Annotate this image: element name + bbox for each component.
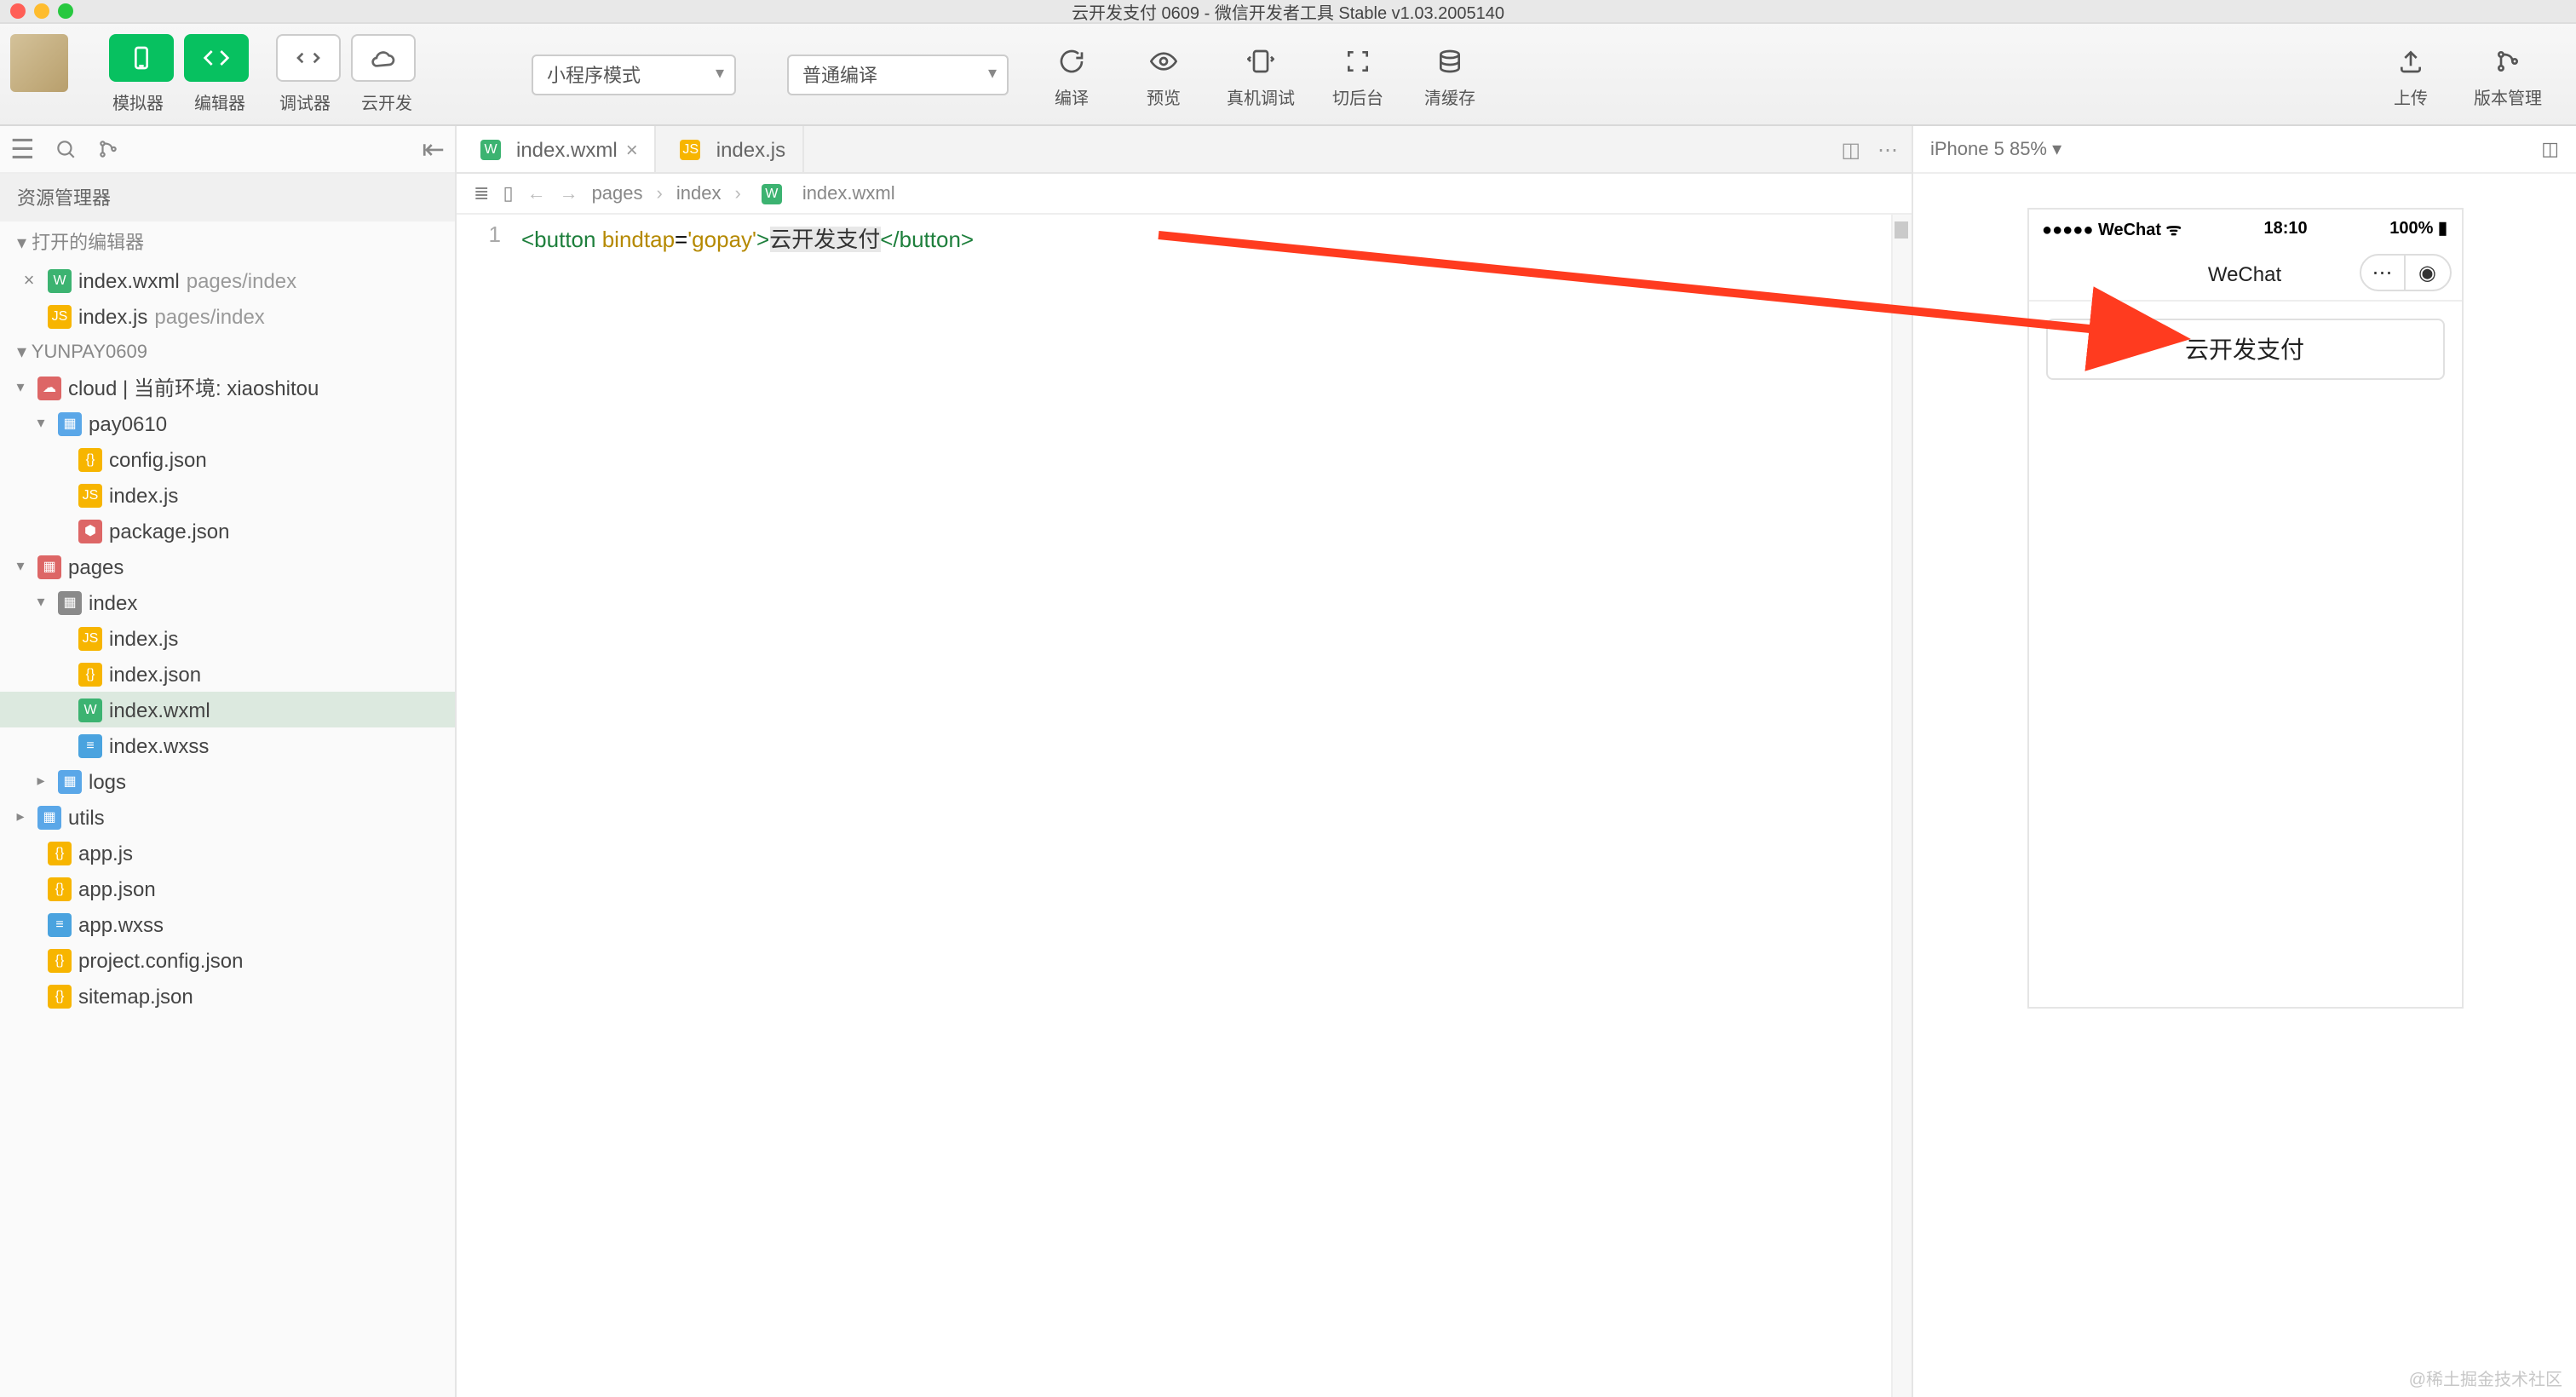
background-button[interactable]: 切后台 — [1329, 39, 1387, 109]
search-icon[interactable] — [55, 138, 78, 160]
bookmark-icon[interactable]: ▯ — [503, 182, 513, 204]
open-editors-header[interactable]: ▾ 打开的编辑器 — [0, 221, 455, 262]
code-editor[interactable]: 1 <button bindtap='gopay'>云开发支付</button> — [457, 215, 1912, 1397]
capsule-close-icon[interactable]: ◉ — [2406, 256, 2449, 290]
close-icon[interactable]: × — [626, 137, 638, 161]
debugger-icon — [276, 34, 341, 82]
tree-item[interactable]: JSindex.js — [0, 477, 455, 513]
tree-item[interactable]: ≡app.wxss — [0, 906, 455, 942]
simulator-icon — [109, 34, 174, 82]
nav-bar: WeChat ⋯ ◉ — [2028, 247, 2461, 302]
window-close-icon[interactable] — [10, 3, 26, 19]
remotedebug-button[interactable]: 真机调试 — [1227, 39, 1295, 109]
list-icon[interactable]: ≣ — [474, 182, 489, 204]
collapse-icon[interactable]: ⇤ — [422, 132, 445, 166]
minimap[interactable] — [1891, 215, 1912, 1397]
window-title: 云开发支付 0609 - 微信开发者工具 Stable v1.03.200514… — [1072, 0, 1504, 24]
open-editor-item[interactable]: × Windex.wxmlpages/index — [0, 262, 455, 298]
device-select[interactable]: iPhone 5 85% ▾ — [1930, 138, 2061, 160]
more-icon[interactable]: ⋯ — [1877, 137, 1898, 161]
tree-item[interactable]: {}sitemap.json — [0, 978, 455, 1014]
tree-item[interactable]: ⬢package.json — [0, 513, 455, 549]
window-zoom-icon[interactable] — [58, 3, 73, 19]
tree-item[interactable]: {}index.json — [0, 656, 455, 692]
pay-button[interactable]: 云开发支付 — [2045, 319, 2444, 380]
tab-indexjs[interactable]: JSindex.js — [657, 126, 804, 172]
menu-icon[interactable]: ☰ — [10, 132, 35, 166]
upload-button[interactable]: 上传 — [2382, 39, 2440, 109]
sim-layout-icon[interactable]: ◫ — [2541, 138, 2559, 160]
tree-item[interactable]: ≡index.wxss — [0, 727, 455, 763]
code-line[interactable]: <button bindtap='gopay'>云开发支付</button> — [515, 215, 974, 1397]
tb-simulator[interactable]: 模拟器编辑器 — [109, 34, 249, 114]
phone-preview: ●●●●● WeChat ᯤ 18:10 100% ▮ WeChat ⋯ ◉ 云… — [2027, 208, 2463, 1009]
tree-cloud[interactable]: ▾☁cloud | 当前环境: xiaoshitou — [0, 370, 455, 405]
open-editor-item[interactable]: JSindex.jspages/index — [0, 298, 455, 334]
preview-button[interactable]: 预览 — [1135, 39, 1193, 109]
tree-item[interactable]: {}app.js — [0, 835, 455, 871]
explorer-panel: ☰ ⇤ 资源管理器 ▾ 打开的编辑器 × Windex.wxmlpages/in… — [0, 126, 457, 1397]
simulator-panel: iPhone 5 85% ▾ ◫ ●●●●● WeChat ᯤ 18:10 10… — [1912, 126, 2576, 1397]
close-icon[interactable]: × — [17, 270, 41, 290]
back-icon[interactable]: ← — [527, 183, 546, 204]
tree-pages[interactable]: ▾▦pages — [0, 549, 455, 584]
project-header[interactable]: ▾ YUNPAY0609 — [0, 334, 455, 370]
window-minimize-icon[interactable] — [34, 3, 49, 19]
avatar[interactable] — [10, 34, 68, 92]
cloud-icon — [351, 34, 416, 82]
tree-logs[interactable]: ▸▦logs — [0, 763, 455, 799]
window-titlebar: 云开发支付 0609 - 微信开发者工具 Stable v1.03.200514… — [0, 0, 2576, 24]
tab-indexwxml[interactable]: Windex.wxml× — [457, 126, 657, 172]
tree-item[interactable]: {}project.config.json — [0, 942, 455, 978]
explorer-title: 资源管理器 — [0, 174, 455, 221]
capsule[interactable]: ⋯ ◉ — [2359, 254, 2451, 291]
editor-icon — [184, 34, 249, 82]
tree-utils[interactable]: ▸▦utils — [0, 799, 455, 835]
capsule-menu-icon[interactable]: ⋯ — [2360, 256, 2406, 290]
tree-item[interactable]: JSindex.js — [0, 620, 455, 656]
tb-debugger[interactable]: 调试器云开发 — [276, 34, 416, 114]
mode-select[interactable]: 小程序模式 — [532, 54, 736, 95]
tree-index-folder[interactable]: ▾▦index — [0, 584, 455, 620]
compile-mode-select[interactable]: 普通编译 — [787, 54, 1009, 95]
toolbar: 模拟器编辑器 调试器云开发 小程序模式 普通编译 编译 预览 真机调试 切后台 … — [0, 24, 2576, 126]
editor-panel: Windex.wxml× JSindex.js ◫ ⋯ ≣ ▯ ← → page… — [457, 126, 1912, 1397]
breadcrumb: ≣ ▯ ← → pages› index› Windex.wxml — [457, 174, 1912, 215]
tree-item[interactable]: {}config.json — [0, 441, 455, 477]
compile-button[interactable]: 编译 — [1043, 39, 1101, 109]
status-bar: ●●●●● WeChat ᯤ 18:10 100% ▮ — [2028, 210, 2461, 247]
git-icon[interactable] — [98, 138, 120, 160]
clearcache-button[interactable]: 清缓存 — [1421, 39, 1479, 109]
tree-item[interactable]: {}app.json — [0, 871, 455, 906]
watermark: @稀土掘金技术社区 — [2409, 1365, 2562, 1390]
version-button[interactable]: 版本管理 — [2474, 39, 2542, 109]
tree-pay0610[interactable]: ▾▦pay0610 — [0, 405, 455, 441]
tree-item-active[interactable]: Windex.wxml — [0, 692, 455, 727]
forward-icon[interactable]: → — [560, 183, 578, 204]
split-icon[interactable]: ◫ — [1841, 137, 1860, 161]
